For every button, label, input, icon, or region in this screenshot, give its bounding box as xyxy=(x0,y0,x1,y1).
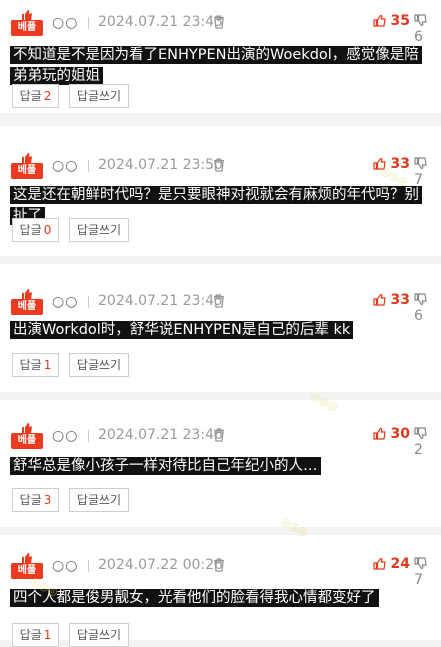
divider xyxy=(88,560,89,572)
thumb-up-icon xyxy=(373,427,386,440)
upvote-count: 33 xyxy=(390,156,410,172)
author-name: ○○ xyxy=(52,558,79,574)
comment-card: 베플 ○○ 2024.07.21 23:45 33 6 出演Workdol时，舒… xyxy=(0,264,441,392)
best-label: 베플 xyxy=(11,163,43,179)
write-reply-button[interactable]: 답글쓰기 xyxy=(69,623,129,647)
comment-date: 2024.07.21 23:46 xyxy=(98,427,223,443)
divider xyxy=(88,430,89,442)
reply-button[interactable]: 답글 0 xyxy=(12,218,59,242)
upvote-button[interactable]: 24 xyxy=(373,556,410,572)
downvote-button[interactable]: 6 xyxy=(414,13,431,45)
reply-count: 1 xyxy=(43,358,52,372)
reply-button[interactable]: 답글 1 xyxy=(12,353,59,377)
comment-header: 베플 ○○ 2024.07.21 23:46 30 2 xyxy=(10,422,431,458)
upvote-button[interactable]: 30 xyxy=(373,426,410,442)
comment-date: 2024.07.22 00:26 xyxy=(98,557,223,573)
trash-icon[interactable] xyxy=(213,558,225,572)
thumb-down-icon xyxy=(414,14,427,27)
best-label: 베플 xyxy=(11,563,43,579)
thumb-down-icon xyxy=(414,427,427,440)
downvote-button[interactable]: 2 xyxy=(414,426,431,458)
upvote-button[interactable]: 33 xyxy=(373,156,410,172)
comment-date: 2024.07.21 23:50 xyxy=(98,157,223,173)
upvote-button[interactable]: 35 xyxy=(373,13,410,29)
divider xyxy=(88,17,89,29)
comment-text: 舒华总是像小孩子一样对待比自己年纪小的人… xyxy=(10,456,430,477)
author-name: ○○ xyxy=(52,428,79,444)
write-reply-button[interactable]: 답글쓰기 xyxy=(69,488,129,512)
comment-text: 四个人都是俊男靓女，光看他们的脸看得我心情都变好了 xyxy=(10,588,430,609)
thumb-down-icon xyxy=(414,557,427,570)
thumb-down-icon xyxy=(414,293,427,306)
reply-count: 3 xyxy=(43,493,52,507)
upvote-count: 24 xyxy=(390,556,410,572)
best-label: 베플 xyxy=(11,433,43,449)
comment-header: 베플 ○○ 2024.07.22 00:26 24 7 xyxy=(10,552,431,588)
comment-header: 베플 ○○ 2024.07.21 23:50 33 7 xyxy=(10,152,431,188)
downvote-button[interactable]: 7 xyxy=(414,556,431,588)
thumb-down-icon xyxy=(414,157,427,170)
best-badge: 베플 xyxy=(10,422,44,450)
reply-button[interactable]: 답글 3 xyxy=(12,488,59,512)
divider xyxy=(88,296,89,308)
comment-card: 베플 ○○ 2024.07.21 23:50 33 7 这是还在朝鲜时代吗？是只… xyxy=(0,126,441,256)
write-reply-button[interactable]: 답글쓰기 xyxy=(69,218,129,242)
upvote-count: 33 xyxy=(390,292,410,308)
comment-header: 베플 ○○ 2024.07.21 23:45 33 6 xyxy=(10,288,431,324)
best-badge: 베플 xyxy=(10,9,44,37)
write-reply-button[interactable]: 답글쓰기 xyxy=(69,353,129,377)
comment-card: 베플 ○○ 2024.07.21 23:46 30 2 舒华总是像小孩子一样对待… xyxy=(0,400,441,527)
best-badge: 베플 xyxy=(10,288,44,316)
comment-card: 베플 ○○ 2024.07.21 23:43 35 6 不知道是不是因为看了EN… xyxy=(0,0,441,113)
trash-icon[interactable] xyxy=(213,428,225,442)
author-name: ○○ xyxy=(52,158,79,174)
downvote-count: 7 xyxy=(414,572,423,588)
reply-button[interactable]: 답글 1 xyxy=(12,623,59,647)
comment-text: 不知道是不是因为看了ENHYPEN出演的Woekdol，感觉像是陪弟弟玩的姐姐 xyxy=(10,45,430,87)
best-badge: 베플 xyxy=(10,152,44,180)
comment-text: 出演Workdol时，舒华说ENHYPEN是自己的后辈 kk xyxy=(10,320,430,341)
upvote-count: 35 xyxy=(390,13,410,29)
author-name: ○○ xyxy=(52,294,79,310)
best-label: 베플 xyxy=(11,20,43,36)
write-reply-button[interactable]: 답글쓰기 xyxy=(69,84,129,108)
comment-card: 베플 ○○ 2024.07.22 00:26 24 7 四个人都是俊男靓女，光看… xyxy=(0,535,441,647)
comment-date: 2024.07.21 23:43 xyxy=(98,14,223,30)
downvote-button[interactable]: 7 xyxy=(414,156,431,188)
comment-header: 베플 ○○ 2024.07.21 23:43 35 6 xyxy=(10,9,431,45)
comment-date: 2024.07.21 23:45 xyxy=(98,293,223,309)
thumb-up-icon xyxy=(373,14,386,27)
trash-icon[interactable] xyxy=(213,15,225,29)
reply-button[interactable]: 답글 2 xyxy=(12,84,59,108)
trash-icon[interactable] xyxy=(213,294,225,308)
best-label: 베플 xyxy=(11,299,43,315)
thumb-up-icon xyxy=(373,157,386,170)
reply-count: 2 xyxy=(43,89,52,103)
upvote-button[interactable]: 33 xyxy=(373,292,410,308)
downvote-count: 6 xyxy=(414,29,423,45)
divider xyxy=(88,160,89,172)
trash-icon[interactable] xyxy=(213,158,225,172)
best-badge: 베플 xyxy=(10,552,44,580)
thumb-up-icon xyxy=(373,293,386,306)
reply-count: 0 xyxy=(43,223,52,237)
thumb-up-icon xyxy=(373,557,386,570)
author-name: ○○ xyxy=(52,15,79,31)
upvote-count: 30 xyxy=(390,426,410,442)
